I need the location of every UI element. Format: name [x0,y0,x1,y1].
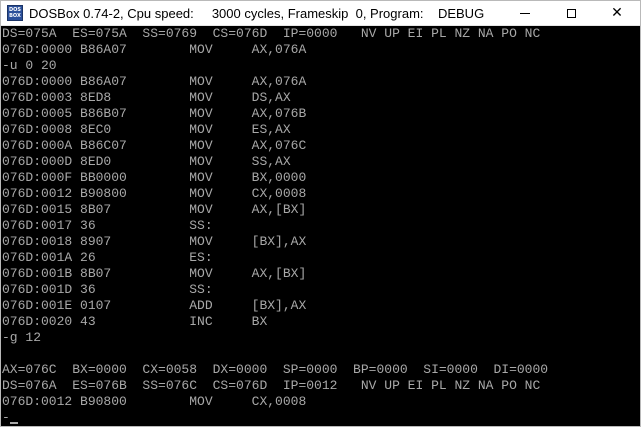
console-line: 076D:000F BB0000 MOV BX,0000 [2,170,307,185]
window-controls: ✕ [502,1,640,25]
minimize-icon [520,12,530,14]
console-line: 076D:001E 0107 ADD [BX],AX [2,298,307,313]
close-button[interactable]: ✕ [594,1,640,25]
console-line: 076D:001D 36 SS: [2,282,213,297]
console-line: 076D:0000 B86A07 MOV AX,076A [2,74,307,89]
dos-console[interactable]: DS=075A ES=075A SS=0769 CS=076D IP=0000 … [1,26,640,426]
icon-text-bottom: BOX [9,13,21,19]
console-line: 076D:000A B86C07 MOV AX,076C [2,138,307,153]
console-line: 076D:0008 8EC0 MOV ES,AX [2,122,291,137]
console-line: 076D:0003 8ED8 MOV DS,AX [2,90,291,105]
text-cursor [10,422,18,424]
title-bar[interactable]: DOS BOX DOSBox 0.74-2, Cpu speed: 3000 c… [1,1,640,26]
maximize-button[interactable] [548,1,594,25]
minimize-button[interactable] [502,1,548,25]
console-line: 076D:0015 8B07 MOV AX,[BX] [2,202,307,217]
console-line: 076D:001B 8B07 MOV AX,[BX] [2,266,307,281]
console-line: 076D:000D 8ED0 MOV SS,AX [2,154,291,169]
console-line: AX=076C BX=0000 CX=0058 DX=0000 SP=0000 … [2,362,549,377]
console-line: 076D:0005 B86B07 MOV AX,076B [2,106,307,121]
console-line: 076D:0012 B90800 MOV CX,0008 [2,186,307,201]
console-line: 076D:0018 8907 MOV [BX],AX [2,234,307,249]
dosbox-window: DOS BOX DOSBox 0.74-2, Cpu speed: 3000 c… [0,0,641,427]
console-line: 076D:0012 B90800 MOV CX,0008 [2,394,307,409]
console-line: 076D:0000 B86A07 MOV AX,076A [2,42,307,57]
console-line: -u 0 20 [2,58,57,73]
console-line: - [2,410,10,425]
console-line: -g 12 [2,330,42,345]
close-icon: ✕ [611,5,623,21]
maximize-icon [566,8,576,18]
console-line: 076D:001A 26 ES: [2,250,213,265]
console-line: 076D:0017 36 SS: [2,218,213,233]
console-line: 076D:0020 43 INC BX [2,314,268,329]
console-line: DS=076A ES=076B SS=076C CS=076D IP=0012 … [2,378,541,393]
dosbox-icon[interactable]: DOS BOX [7,5,23,21]
window-title: DOSBox 0.74-2, Cpu speed: 3000 cycles, F… [29,5,485,21]
console-line: DS=075A ES=075A SS=0769 CS=076D IP=0000 … [2,26,541,41]
